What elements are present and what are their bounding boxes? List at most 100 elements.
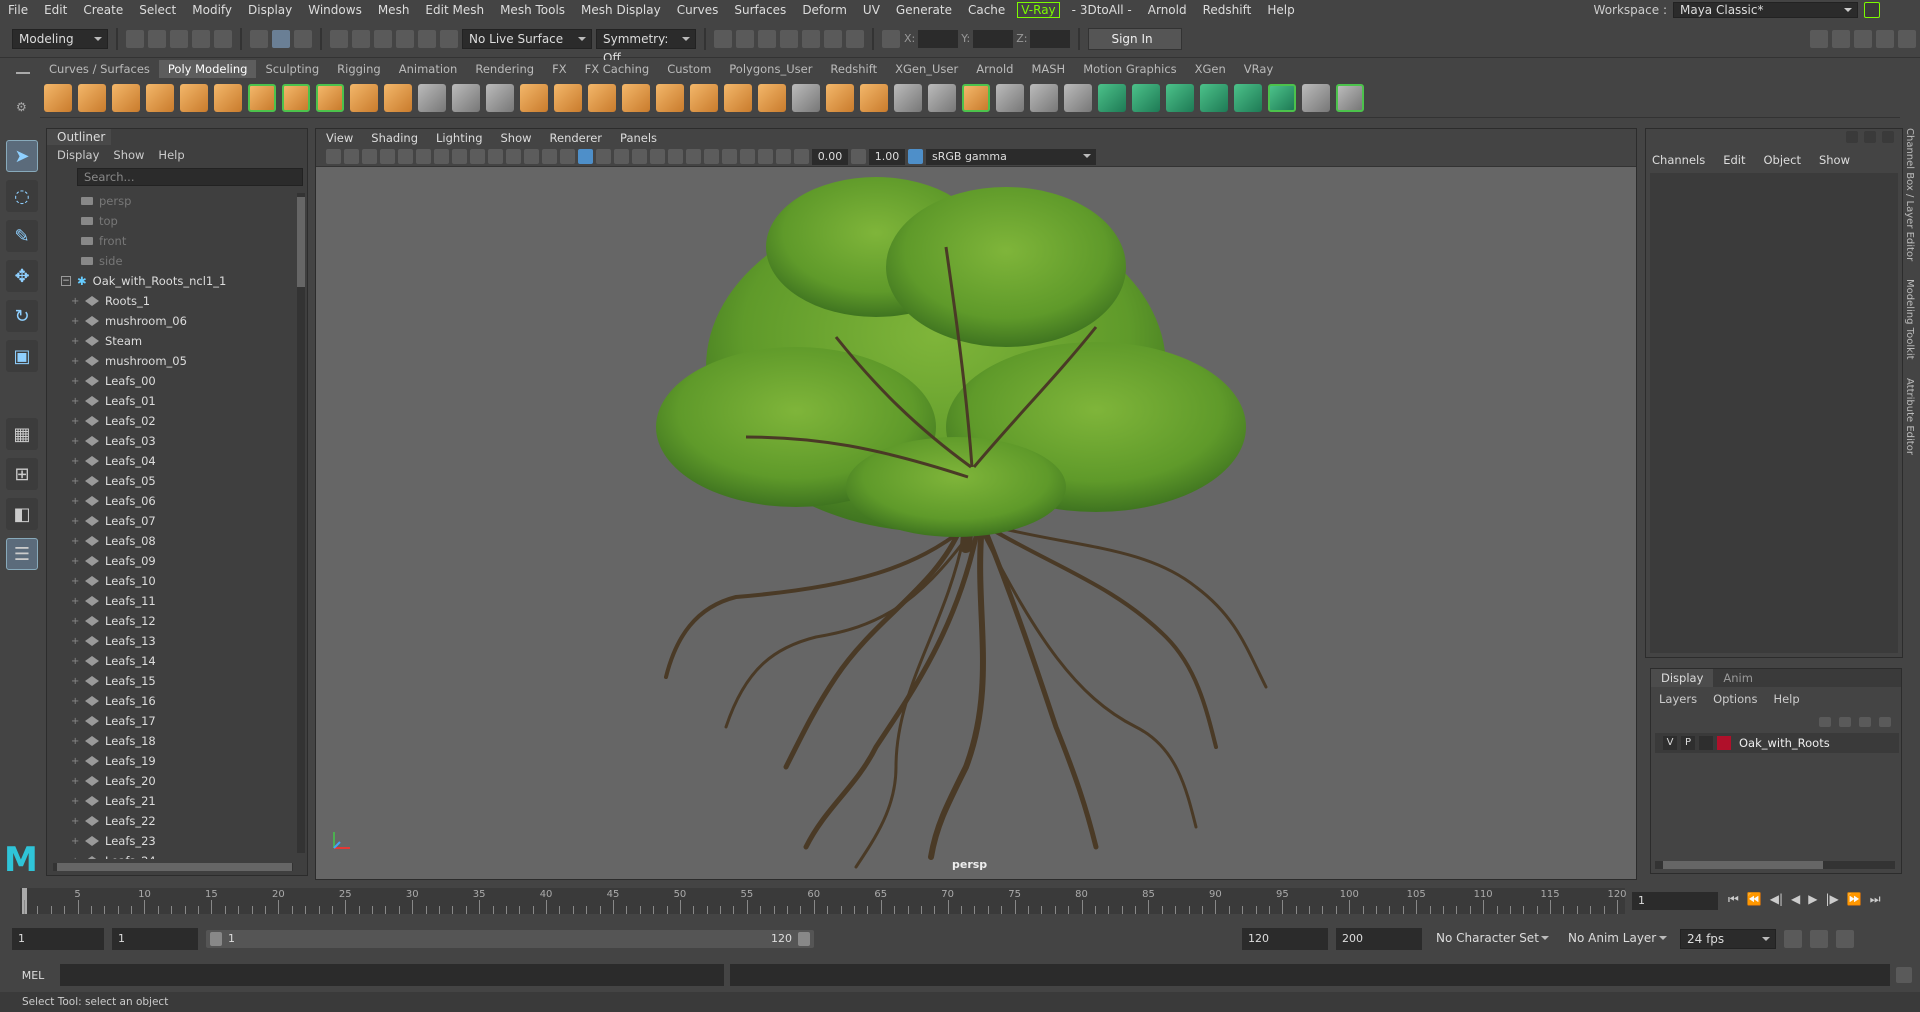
viewport-panel[interactable]: View Shading Lighting Show Renderer Panels 0.… xyxy=(315,128,1637,880)
lock-icon[interactable] xyxy=(1864,2,1880,18)
image-plane-icon[interactable] xyxy=(380,149,395,164)
shelf-tab[interactable]: MASH xyxy=(1022,60,1074,78)
layer-row[interactable]: V P Oak_with_Roots xyxy=(1655,733,1899,753)
channel-box-layout-icon[interactable] xyxy=(1864,131,1876,143)
play-backward-icon[interactable]: ◀ xyxy=(1791,892,1800,907)
render-sequence-icon[interactable] xyxy=(736,29,754,48)
snap-pivot-icon[interactable] xyxy=(440,29,458,48)
uv-editor-icon[interactable] xyxy=(452,83,480,112)
combine-icon[interactable] xyxy=(520,83,548,112)
outliner-hscrollbar[interactable] xyxy=(53,863,293,871)
outliner-camera-row[interactable]: persp xyxy=(47,191,297,211)
character-set-dropdown[interactable]: No Character Set xyxy=(1430,929,1554,949)
conform-icon[interactable] xyxy=(1200,83,1228,112)
expand-dot-icon[interactable]: + xyxy=(71,696,81,707)
menu-edit[interactable]: Edit xyxy=(36,3,75,17)
harden-edge-icon[interactable] xyxy=(1166,83,1194,112)
ipr-render-icon[interactable] xyxy=(758,29,776,48)
reduce-icon[interactable] xyxy=(724,83,752,112)
render-settings-icon[interactable] xyxy=(780,29,798,48)
layer-scrollbar[interactable] xyxy=(1655,861,1895,869)
z-field[interactable] xyxy=(1030,29,1071,48)
wireframe-icon[interactable] xyxy=(560,149,575,164)
rotate-tool-icon[interactable]: ↻ xyxy=(6,300,38,332)
outliner-item-row[interactable]: + Roots_1 xyxy=(47,291,297,311)
film-gate-icon[interactable] xyxy=(452,149,467,164)
render-frame-icon[interactable] xyxy=(714,29,732,48)
camera-select-icon[interactable] xyxy=(326,149,341,164)
outliner-item-row[interactable]: + Leafs_03 xyxy=(47,431,297,451)
outliner-item-row[interactable]: + Leafs_00 xyxy=(47,371,297,391)
expand-dot-icon[interactable]: + xyxy=(71,416,81,427)
paint-select-icon[interactable]: ✎ xyxy=(6,220,38,252)
retopologize-icon[interactable] xyxy=(792,83,820,112)
field-chart-icon[interactable] xyxy=(506,149,521,164)
select-object-icon[interactable] xyxy=(272,29,290,48)
open-scene-icon[interactable] xyxy=(148,29,166,48)
layer-color-swatch[interactable] xyxy=(1717,736,1731,750)
freeze-transform-icon[interactable] xyxy=(1302,83,1330,112)
channel-box-menu-item[interactable]: Object xyxy=(1764,153,1801,167)
snap-surface-icon[interactable] xyxy=(418,29,436,48)
expand-dot-icon[interactable]: + xyxy=(71,316,81,327)
color-management-icon[interactable] xyxy=(908,149,923,164)
expand-dot-icon[interactable]: + xyxy=(71,756,81,767)
expand-dot-icon[interactable]: + xyxy=(71,356,81,367)
expand-dot-icon[interactable]: + xyxy=(71,396,81,407)
outliner-item-row[interactable]: + mushroom_06 xyxy=(47,311,297,331)
poly-sphere-icon[interactable] xyxy=(44,83,72,112)
time-ruler[interactable]: 5 10 15 20 25 30 35 40 45 50 55 60 65 70 75 80 85 90 95 100… xyxy=(20,888,1627,914)
shelf-tab[interactable]: FX xyxy=(543,60,576,78)
live-surface-field[interactable]: No Live Surface xyxy=(462,28,592,49)
expand-dot-icon[interactable]: + xyxy=(71,576,81,587)
reverse-normals-icon[interactable] xyxy=(1234,83,1262,112)
viewport-menu-item[interactable]: Panels xyxy=(620,131,657,145)
layer-display-type[interactable] xyxy=(1699,736,1713,750)
boolean-icon[interactable] xyxy=(656,83,684,112)
center-pivot-icon[interactable] xyxy=(1268,83,1296,112)
bridge-icon[interactable] xyxy=(894,83,922,112)
collapse-icon[interactable]: − xyxy=(61,276,71,286)
tree-model[interactable] xyxy=(316,167,1636,879)
playback-start-field[interactable]: 1 xyxy=(112,928,198,950)
expand-dot-icon[interactable]: + xyxy=(71,336,81,347)
shelf-tab[interactable]: Redshift xyxy=(821,60,886,78)
shelf-tab[interactable]: XGen xyxy=(1186,60,1235,78)
four-view-icon[interactable]: ⊞ xyxy=(6,458,38,490)
shelf-tab[interactable]: Curves / Surfaces xyxy=(40,60,159,78)
side-tab[interactable]: Attribute Editor xyxy=(1904,378,1915,455)
pause-render-icon[interactable] xyxy=(846,29,864,48)
snap-curve-icon[interactable] xyxy=(352,29,370,48)
layer-editor-menu-item[interactable]: Options xyxy=(1713,692,1757,706)
move-tool-icon[interactable]: ✥ xyxy=(6,260,38,292)
animation-start-field[interactable]: 1 xyxy=(12,928,104,950)
expand-dot-icon[interactable]: + xyxy=(71,836,81,847)
resolution-gate-icon[interactable] xyxy=(470,149,485,164)
outliner-item-row[interactable]: + Steam xyxy=(47,331,297,351)
current-frame-field[interactable]: 1 xyxy=(1632,892,1718,910)
two-d-pan-icon[interactable] xyxy=(398,149,413,164)
scroll-thumb[interactable] xyxy=(57,863,292,871)
menu-select[interactable]: Select xyxy=(131,3,184,17)
expand-dot-icon[interactable]: + xyxy=(71,656,81,667)
menu-mesh[interactable]: Mesh xyxy=(370,3,418,17)
outliner-item-row[interactable]: + Leafs_14 xyxy=(47,651,297,671)
new-scene-icon[interactable] xyxy=(126,29,144,48)
move-layer-down-icon[interactable] xyxy=(1839,717,1851,727)
textured-icon[interactable] xyxy=(614,149,629,164)
gamma-icon[interactable] xyxy=(851,149,866,164)
remesh-icon[interactable] xyxy=(758,83,786,112)
lasso-tool-icon[interactable]: ◌ xyxy=(6,180,38,212)
outliner-item-row[interactable]: + Leafs_17 xyxy=(47,711,297,731)
mirror-icon[interactable] xyxy=(690,83,718,112)
menu-uv[interactable]: UV xyxy=(855,3,888,17)
use-all-lights-icon[interactable] xyxy=(632,149,647,164)
menu-extra-0[interactable]: - 3DtoAll - xyxy=(1064,3,1140,17)
outliner-item-row[interactable]: + Leafs_06 xyxy=(47,491,297,511)
single-view-icon[interactable]: ▦ xyxy=(6,418,38,450)
step-forward-frame-icon[interactable]: |▶ xyxy=(1826,892,1839,907)
expand-dot-icon[interactable]: + xyxy=(71,456,81,467)
x-field[interactable] xyxy=(918,29,959,48)
scroll-thumb[interactable] xyxy=(1663,861,1823,869)
poly-cube-icon[interactable] xyxy=(78,83,106,112)
